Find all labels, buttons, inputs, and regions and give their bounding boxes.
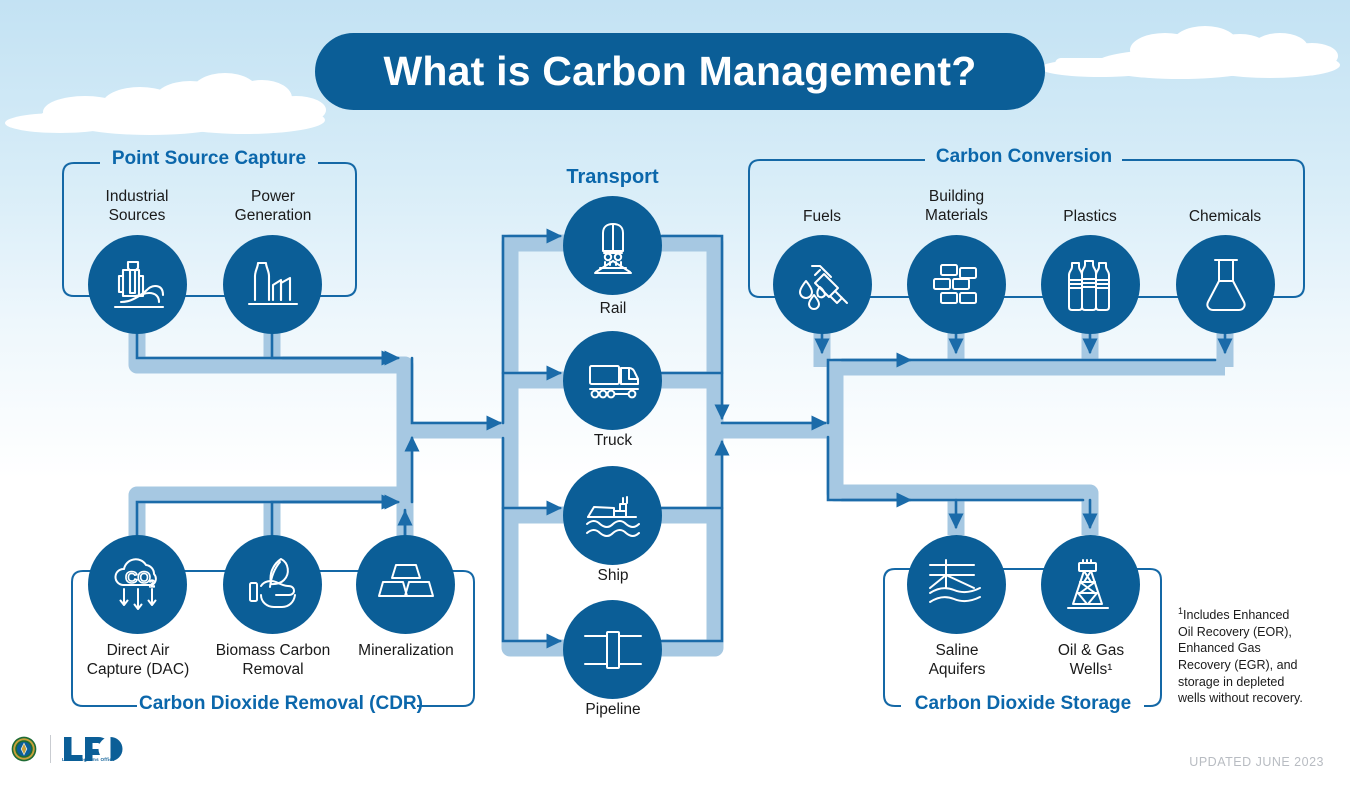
truck-icon [588,364,639,398]
fuels-circle[interactable] [773,235,872,334]
group-title-cdr: Carbon Dioxide Removal (CDR) [139,693,423,714]
rail-circle[interactable] [563,196,662,295]
mineral-blocks-icon [377,563,434,597]
truck-circle[interactable] [563,331,662,430]
footer-divider [50,735,51,763]
ship-circle[interactable] [563,466,662,565]
node-label-saline-aquifers: Saline Aquifers [928,642,986,678]
building-materials-circle[interactable] [907,235,1006,334]
node-label-rail: Rail [599,300,627,317]
pipeline-icon [583,630,642,669]
node-label-mineralization: Mineralization [358,642,454,659]
node-label-fuels: Fuels [803,208,841,225]
oil-derrick-icon [1066,558,1109,609]
biomass-circle[interactable] [223,535,322,634]
industrial-sources-icon [113,260,164,308]
bottles-icon [1067,259,1110,311]
mineralization-circle[interactable] [356,535,455,634]
node-label-chemicals: Chemicals [1188,208,1262,225]
updated-date: UPDATED JUNE 2023 [1189,755,1324,769]
power-generation-circle[interactable] [223,235,322,334]
aquifer-icon [928,558,981,603]
lpo-logo-subtitle: Loan Programs Office [62,757,115,762]
node-label-ship: Ship [597,567,629,584]
ship-icon [585,495,640,537]
saline-aquifers-circle[interactable] [907,535,1006,634]
footnote-text: Includes Enhanced Oil Recovery (EOR), En… [1178,608,1303,706]
hand-leaf-icon [248,557,296,608]
node-label-industrial-sources: Industrial Sources [105,188,169,224]
pipeline-circle[interactable] [563,600,662,699]
node-label-biomass-carbon-removal: Biomass Carbon Removal [215,642,331,678]
co2-cloud-icon: CO 2 [114,557,157,610]
power-generation-icon [247,261,298,305]
footnote: 1Includes Enhanced Oil Recovery (EOR), E… [1178,606,1308,707]
bricks-icon [932,263,977,304]
node-label-direct-air-capture: Direct Air Capture (DAC) [86,642,190,678]
group-title-transport: Transport [566,166,659,188]
rail-icon [593,222,632,274]
chemicals-circle[interactable] [1176,235,1275,334]
node-label-power-generation: Power Generation [234,188,312,224]
doe-seal-icon [11,736,37,762]
node-label-truck: Truck [593,432,633,449]
flask-icon [1205,258,1246,311]
node-label-building-materials: Building Materials [925,188,988,224]
node-label-pipeline: Pipeline [585,701,641,718]
plastics-circle[interactable] [1041,235,1140,334]
group-title-point-source: Point Source Capture [111,148,307,169]
node-label-plastics: Plastics [1063,208,1117,225]
fuel-nozzle-icon [798,264,848,310]
node-label-oil-gas-wells: Oil & Gas Wells¹ [1057,642,1125,678]
svg-text:CO: CO [125,568,151,587]
group-title-carbon-conversion: Carbon Conversion [935,146,1113,167]
group-title-storage: Carbon Dioxide Storage [914,693,1132,714]
oil-gas-wells-circle[interactable] [1041,535,1140,634]
industrial-sources-circle[interactable] [88,235,187,334]
dac-circle[interactable]: CO 2 [88,535,187,634]
